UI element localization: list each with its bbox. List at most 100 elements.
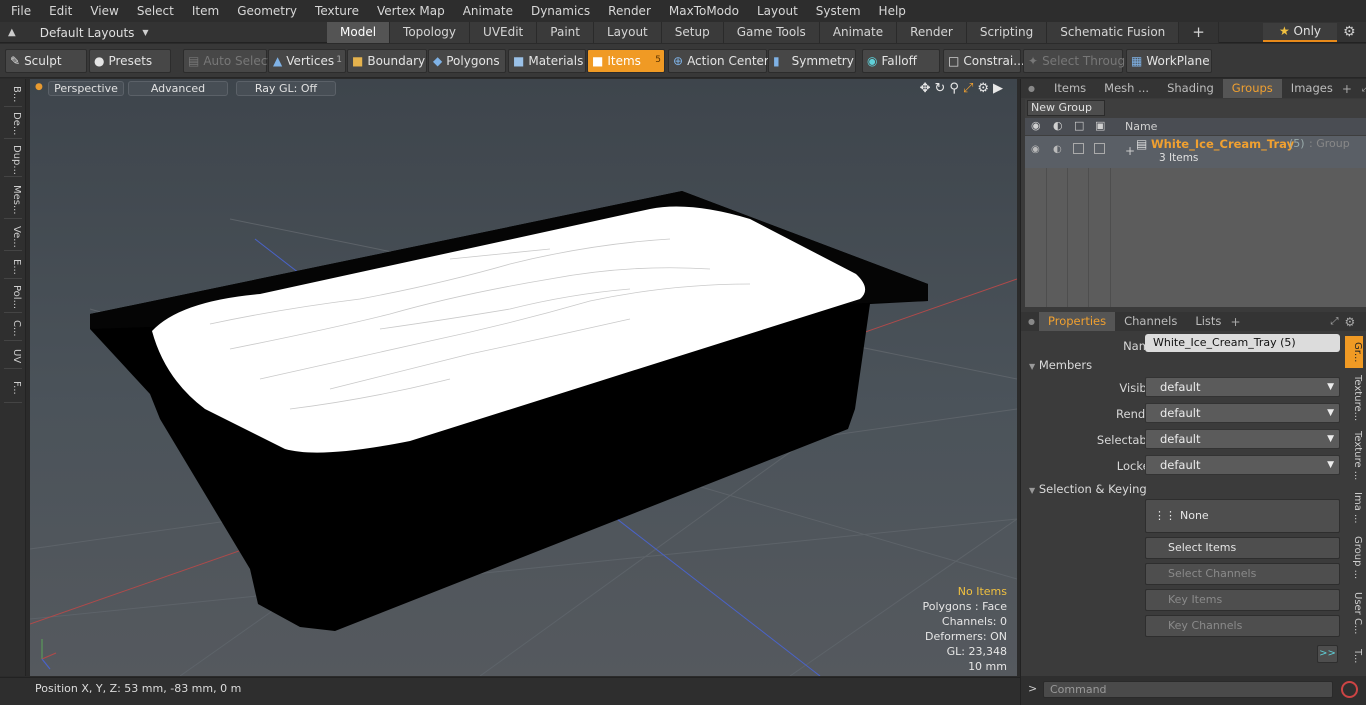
tab-model[interactable]: Model bbox=[327, 22, 391, 43]
sculpt-button[interactable]: ✎ Sculpt bbox=[5, 49, 87, 73]
menu-geometry[interactable]: Geometry bbox=[226, 4, 304, 18]
tab-shading[interactable]: Shading bbox=[1158, 79, 1223, 98]
render-icon[interactable]: ◐ bbox=[1053, 119, 1063, 132]
expand-panel-icon[interactable]: ⤢ bbox=[1362, 83, 1366, 94]
select-through-button[interactable]: ✦ Select Through bbox=[1023, 49, 1133, 73]
new-group-button[interactable]: New Group bbox=[1027, 100, 1105, 116]
rtab-groups[interactable]: Gr... bbox=[1345, 336, 1363, 368]
layouts-dropdown[interactable]: ▲ Default Layouts ▼ bbox=[8, 22, 149, 43]
key-items-button[interactable]: Key Items bbox=[1145, 589, 1340, 611]
select-items-button[interactable]: Select Items bbox=[1145, 537, 1340, 559]
none-selector[interactable]: ⋮⋮ None bbox=[1145, 499, 1340, 533]
select-lock-icon[interactable]: □ bbox=[1074, 119, 1084, 132]
selectable-dropdown[interactable]: default ▼ bbox=[1145, 429, 1340, 449]
constraints-button[interactable]: □ Constrai... bbox=[943, 49, 1025, 73]
select-channels-button[interactable]: Select Channels bbox=[1145, 563, 1340, 585]
tab-scripting[interactable]: Scripting bbox=[966, 22, 1048, 43]
menu-texture[interactable]: Texture bbox=[304, 4, 366, 18]
zoom-icon[interactable]: ⚲ bbox=[949, 81, 959, 96]
tab-layout[interactable]: Layout bbox=[593, 22, 662, 43]
row-select-icon[interactable] bbox=[1073, 143, 1084, 154]
only-button[interactable]: ★ Only bbox=[1263, 23, 1337, 42]
tab-items[interactable]: Items bbox=[1045, 79, 1095, 98]
command-input[interactable]: Command bbox=[1043, 681, 1333, 698]
menu-edit[interactable]: Edit bbox=[38, 4, 79, 18]
menu-dynamics[interactable]: Dynamics bbox=[520, 4, 597, 18]
members-section[interactable]: ▼ Members bbox=[1029, 358, 1092, 372]
advanced-button[interactable]: Advanced bbox=[128, 81, 228, 96]
menu-system[interactable]: System bbox=[805, 4, 868, 18]
selection-keying-section[interactable]: ▼ Selection & Keying bbox=[1029, 482, 1147, 496]
left-tab-deform[interactable]: De... bbox=[4, 109, 22, 139]
more-button[interactable]: >> bbox=[1317, 645, 1338, 663]
render-dropdown[interactable]: default ▼ bbox=[1145, 403, 1340, 423]
rtab-image[interactable]: Ima ... bbox=[1345, 488, 1363, 528]
maximize-icon[interactable]: ⤢ bbox=[963, 81, 973, 96]
rotate-view-icon[interactable]: ↻ bbox=[935, 81, 946, 96]
eye-icon[interactable]: ◉ bbox=[1031, 119, 1041, 132]
rtab-group[interactable]: Group ... bbox=[1345, 532, 1363, 584]
tab-properties[interactable]: Properties bbox=[1038, 312, 1116, 331]
record-icon[interactable] bbox=[1341, 681, 1358, 698]
items-button[interactable]: ■ Items 5 bbox=[587, 49, 665, 73]
move-view-icon[interactable]: ✥ bbox=[920, 81, 931, 96]
materials-button[interactable]: ■ Materials bbox=[508, 49, 586, 73]
menu-render[interactable]: Render bbox=[597, 4, 658, 18]
key-channels-button[interactable]: Key Channels bbox=[1145, 615, 1340, 637]
left-tab-duplicate[interactable]: Dup... bbox=[4, 143, 22, 177]
tab-channels[interactable]: Channels bbox=[1115, 312, 1186, 331]
raygl-button[interactable]: Ray GL: Off bbox=[236, 81, 336, 96]
play-icon[interactable]: ▶ bbox=[993, 81, 1003, 96]
vertices-button[interactable]: ▲ Vertices 1 bbox=[268, 49, 346, 73]
tab-render[interactable]: Render bbox=[897, 22, 967, 43]
tab-images[interactable]: Images bbox=[1282, 79, 1342, 98]
gear-icon[interactable]: ⚙ bbox=[1343, 24, 1356, 40]
rtab-texture-2[interactable]: Texture ... bbox=[1345, 428, 1363, 484]
menu-layout[interactable]: Layout bbox=[746, 4, 805, 18]
tab-schematic-fusion[interactable]: Schematic Fusion bbox=[1047, 22, 1180, 43]
symmetry-button[interactable]: ▮ Symmetry bbox=[768, 49, 856, 73]
action-center-button[interactable]: ⊕ Action Center bbox=[668, 49, 769, 73]
row-render-icon[interactable]: ◐ bbox=[1053, 144, 1062, 155]
name-field[interactable]: White_Ice_Cream_Tray (5) bbox=[1145, 334, 1340, 352]
menu-item[interactable]: Item bbox=[181, 4, 226, 18]
auto-select-button[interactable]: ▤ Auto Select bbox=[183, 49, 272, 73]
add-panel-tab-icon[interactable]: + bbox=[1342, 82, 1352, 96]
row-lock-icon[interactable] bbox=[1094, 143, 1105, 154]
boundary-button[interactable]: ■ Boundary bbox=[347, 49, 427, 73]
polygons-button[interactable]: ◆ Polygons bbox=[428, 49, 506, 73]
lock-icon[interactable]: ▣ bbox=[1095, 119, 1105, 132]
falloff-button[interactable]: ◉ Falloff bbox=[862, 49, 940, 73]
perspective-button[interactable]: Perspective bbox=[48, 81, 124, 96]
workplane-button[interactable]: ▦ WorkPlane bbox=[1126, 49, 1212, 73]
3d-viewport[interactable]: ● Perspective Advanced Ray GL: Off ✥ ↻ ⚲… bbox=[30, 79, 1017, 676]
tab-game-tools[interactable]: Game Tools bbox=[723, 22, 820, 43]
viewport-gear-icon[interactable]: ⚙ bbox=[977, 81, 989, 96]
menu-animate[interactable]: Animate bbox=[452, 4, 520, 18]
menu-maxtomodo[interactable]: MaxToModo bbox=[658, 4, 746, 18]
group-row[interactable]: ◉ ◐ + ▤ White_Ice_Cream_Tray (5) : Group… bbox=[1025, 136, 1366, 168]
tab-lists[interactable]: Lists bbox=[1186, 312, 1230, 331]
left-tab-curve[interactable]: C... bbox=[4, 317, 22, 341]
tab-groups[interactable]: Groups bbox=[1222, 79, 1282, 98]
left-tab-edge[interactable]: E... bbox=[4, 255, 22, 279]
rtab-user-channels[interactable]: User C... bbox=[1345, 588, 1363, 638]
row-eye-icon[interactable]: ◉ bbox=[1031, 144, 1040, 155]
left-tab-uv[interactable]: UV bbox=[4, 345, 22, 369]
left-tab-polygon[interactable]: Pol... bbox=[4, 283, 22, 313]
tab-mesh[interactable]: Mesh ... bbox=[1095, 79, 1158, 98]
left-tab-basic[interactable]: B... bbox=[4, 83, 22, 107]
left-tab-vertex[interactable]: Ve... bbox=[4, 223, 22, 251]
menu-help[interactable]: Help bbox=[868, 4, 913, 18]
locked-dropdown[interactable]: default ▼ bbox=[1145, 455, 1340, 475]
menu-view[interactable]: View bbox=[79, 4, 125, 18]
menu-file[interactable]: File bbox=[0, 4, 38, 18]
expand-plus-icon[interactable]: + bbox=[1125, 144, 1135, 158]
tab-animate[interactable]: Animate bbox=[819, 22, 898, 43]
visible-dropdown[interactable]: default ▼ bbox=[1145, 377, 1340, 397]
menu-vertex-map[interactable]: Vertex Map bbox=[366, 4, 452, 18]
expand-props-icon[interactable]: ⤢ bbox=[1331, 316, 1339, 327]
tab-uvedit[interactable]: UVEdit bbox=[470, 22, 538, 43]
add-props-tab-icon[interactable]: + bbox=[1230, 315, 1240, 329]
tab-setup[interactable]: Setup bbox=[661, 22, 724, 43]
